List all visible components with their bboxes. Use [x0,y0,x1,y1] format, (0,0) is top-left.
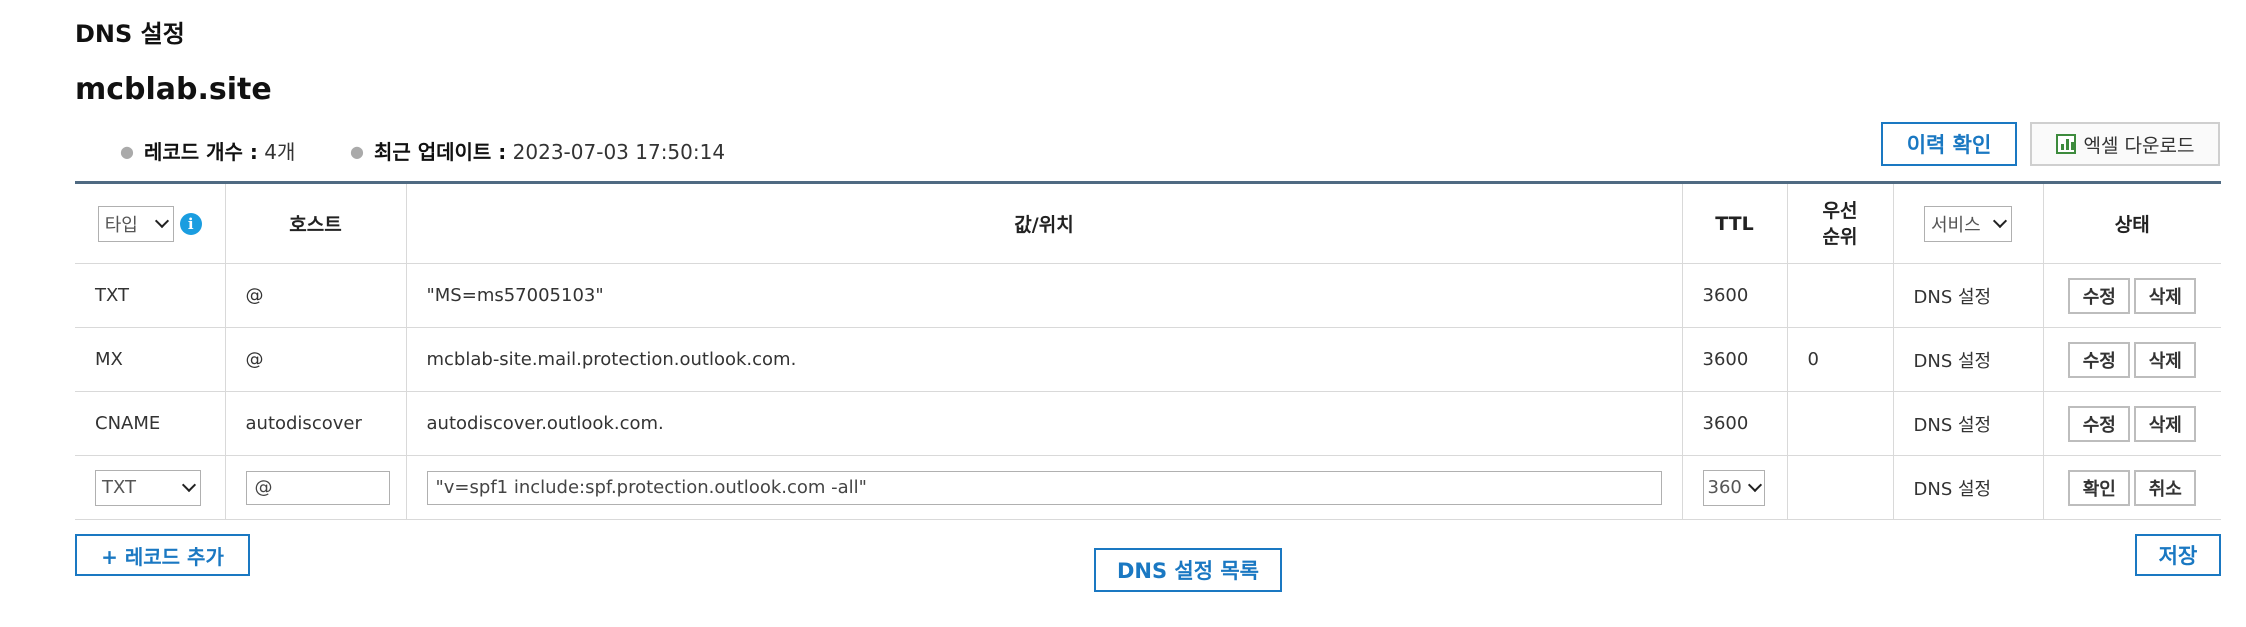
chevron-down-icon [154,213,169,229]
ttl-select[interactable]: 360 [1702,469,1765,506]
edit-row: TXT 360 DNS 설정 확인취소 [75,455,2221,520]
bullet-icon: ● [350,142,364,161]
value-header: 값/위치 [405,182,1683,264]
record-type: CNAME [75,391,226,456]
type-filter-label: 타입 [104,214,138,236]
record-host: @ [224,263,407,328]
chevron-down-icon [181,477,197,493]
record-count-value: 4개 [264,140,296,164]
domain-name: mcblab.site [75,72,272,107]
record-ttl: 3600 [1681,327,1788,392]
excel-download-button[interactable]: 엑셀 다운로드 [2030,122,2220,166]
record-service: DNS 설정 [1892,263,2044,328]
record-priority [1786,263,1894,328]
edit-button[interactable]: 수정 [2068,405,2131,442]
table-row: CNAME autodiscover autodiscover.outlook.… [75,391,2221,456]
host-input[interactable] [245,470,390,505]
excel-download-label: 엑셀 다운로드 [2083,134,2195,157]
type-select-value: TXT [102,477,137,498]
bullet-icon: ● [120,142,134,161]
type-header: 타입 i [75,182,226,264]
edit-ttl-cell: 360 [1681,455,1788,520]
last-updated-value: 2023-07-03 17:50:14 [512,140,726,164]
delete-button[interactable]: 삭제 [2134,405,2197,442]
record-type: MX [75,327,226,392]
service-header: 서비스 [1892,182,2044,264]
record-actions: 수정 삭제 [2042,391,2221,456]
priority-header-line1: 우선 [1822,199,1858,222]
priority-header-line2: 순위 [1822,225,1858,248]
record-service: DNS 설정 [1892,391,2044,456]
history-button[interactable]: 이력 확인 [1881,122,2017,166]
record-value: autodiscover.outlook.com. [405,391,1683,456]
service-filter-label: 서비스 [1931,214,1981,236]
table-header-row: 타입 i 호스트 값/위치 TTL 우선 순위 서비스 상태 [75,182,2221,264]
last-updated-summary: ● 최근 업데이트 : 2023-07-03 17:50:14 [350,136,725,165]
add-record-button[interactable]: + 레코드 추가 [75,534,250,576]
status-header: 상태 [2042,182,2221,264]
priority-header: 우선 순위 [1786,182,1894,264]
edit-type-cell: TXT [75,455,226,520]
chevron-down-icon [1747,477,1762,493]
record-value: "MS=ms57005103" [405,263,1683,328]
record-actions: 수정 삭제 [2042,263,2221,328]
type-select[interactable]: TXT [95,469,201,506]
edit-host-cell [224,455,407,520]
record-priority: 0 [1786,327,1894,392]
delete-button[interactable]: 삭제 [2134,341,2197,378]
record-count-label: 레코드 개수 : [143,140,258,164]
host-header: 호스트 [224,182,407,264]
record-ttl: 3600 [1681,263,1788,328]
edit-priority-cell [1786,455,1894,520]
record-service: DNS 설정 [1892,455,2044,520]
service-filter-select[interactable]: 서비스 [1924,205,2012,242]
spreadsheet-chart-icon [2055,134,2076,154]
record-priority [1786,391,1894,456]
edit-row-actions: 확인 취소 [2042,455,2221,520]
edit-button[interactable]: 수정 [2068,341,2131,378]
ttl-select-value: 360 [1707,477,1742,498]
record-ttl: 3600 [1681,391,1788,456]
record-count-summary: ● 레코드 개수 : 4개 [120,136,295,165]
type-filter-select[interactable]: 타입 [97,205,174,242]
table-row: TXT @ "MS=ms57005103" 3600 DNS 설정 수정 삭제 [75,263,2221,328]
record-value: mcblab-site.mail.protection.outlook.com. [405,327,1683,392]
section-title: DNS 설정 [75,20,185,48]
record-host: @ [224,327,407,392]
last-updated-label: 최근 업데이트 : [373,140,507,164]
ttl-header: TTL [1681,182,1788,264]
record-actions: 수정 삭제 [2042,327,2221,392]
confirm-button[interactable]: 확인 [2068,469,2131,506]
record-host: autodiscover [224,391,407,456]
info-icon[interactable]: i [179,212,202,235]
value-input[interactable] [426,470,1662,505]
edit-button[interactable]: 수정 [2068,277,2131,314]
dns-list-button[interactable]: DNS 설정 목록 [1094,548,1282,592]
record-type: TXT [75,263,226,328]
dns-records-table: 타입 i 호스트 값/위치 TTL 우선 순위 서비스 상태 TXT @ "MS… [75,181,2221,520]
record-service: DNS 설정 [1892,327,2044,392]
cancel-button[interactable]: 취소 [2134,469,2197,506]
table-row: MX @ mcblab-site.mail.protection.outlook… [75,327,2221,392]
edit-value-cell [405,455,1683,520]
save-button[interactable]: 저장 [2135,534,2221,576]
chevron-down-icon [1992,213,2008,229]
delete-button[interactable]: 삭제 [2134,277,2197,314]
